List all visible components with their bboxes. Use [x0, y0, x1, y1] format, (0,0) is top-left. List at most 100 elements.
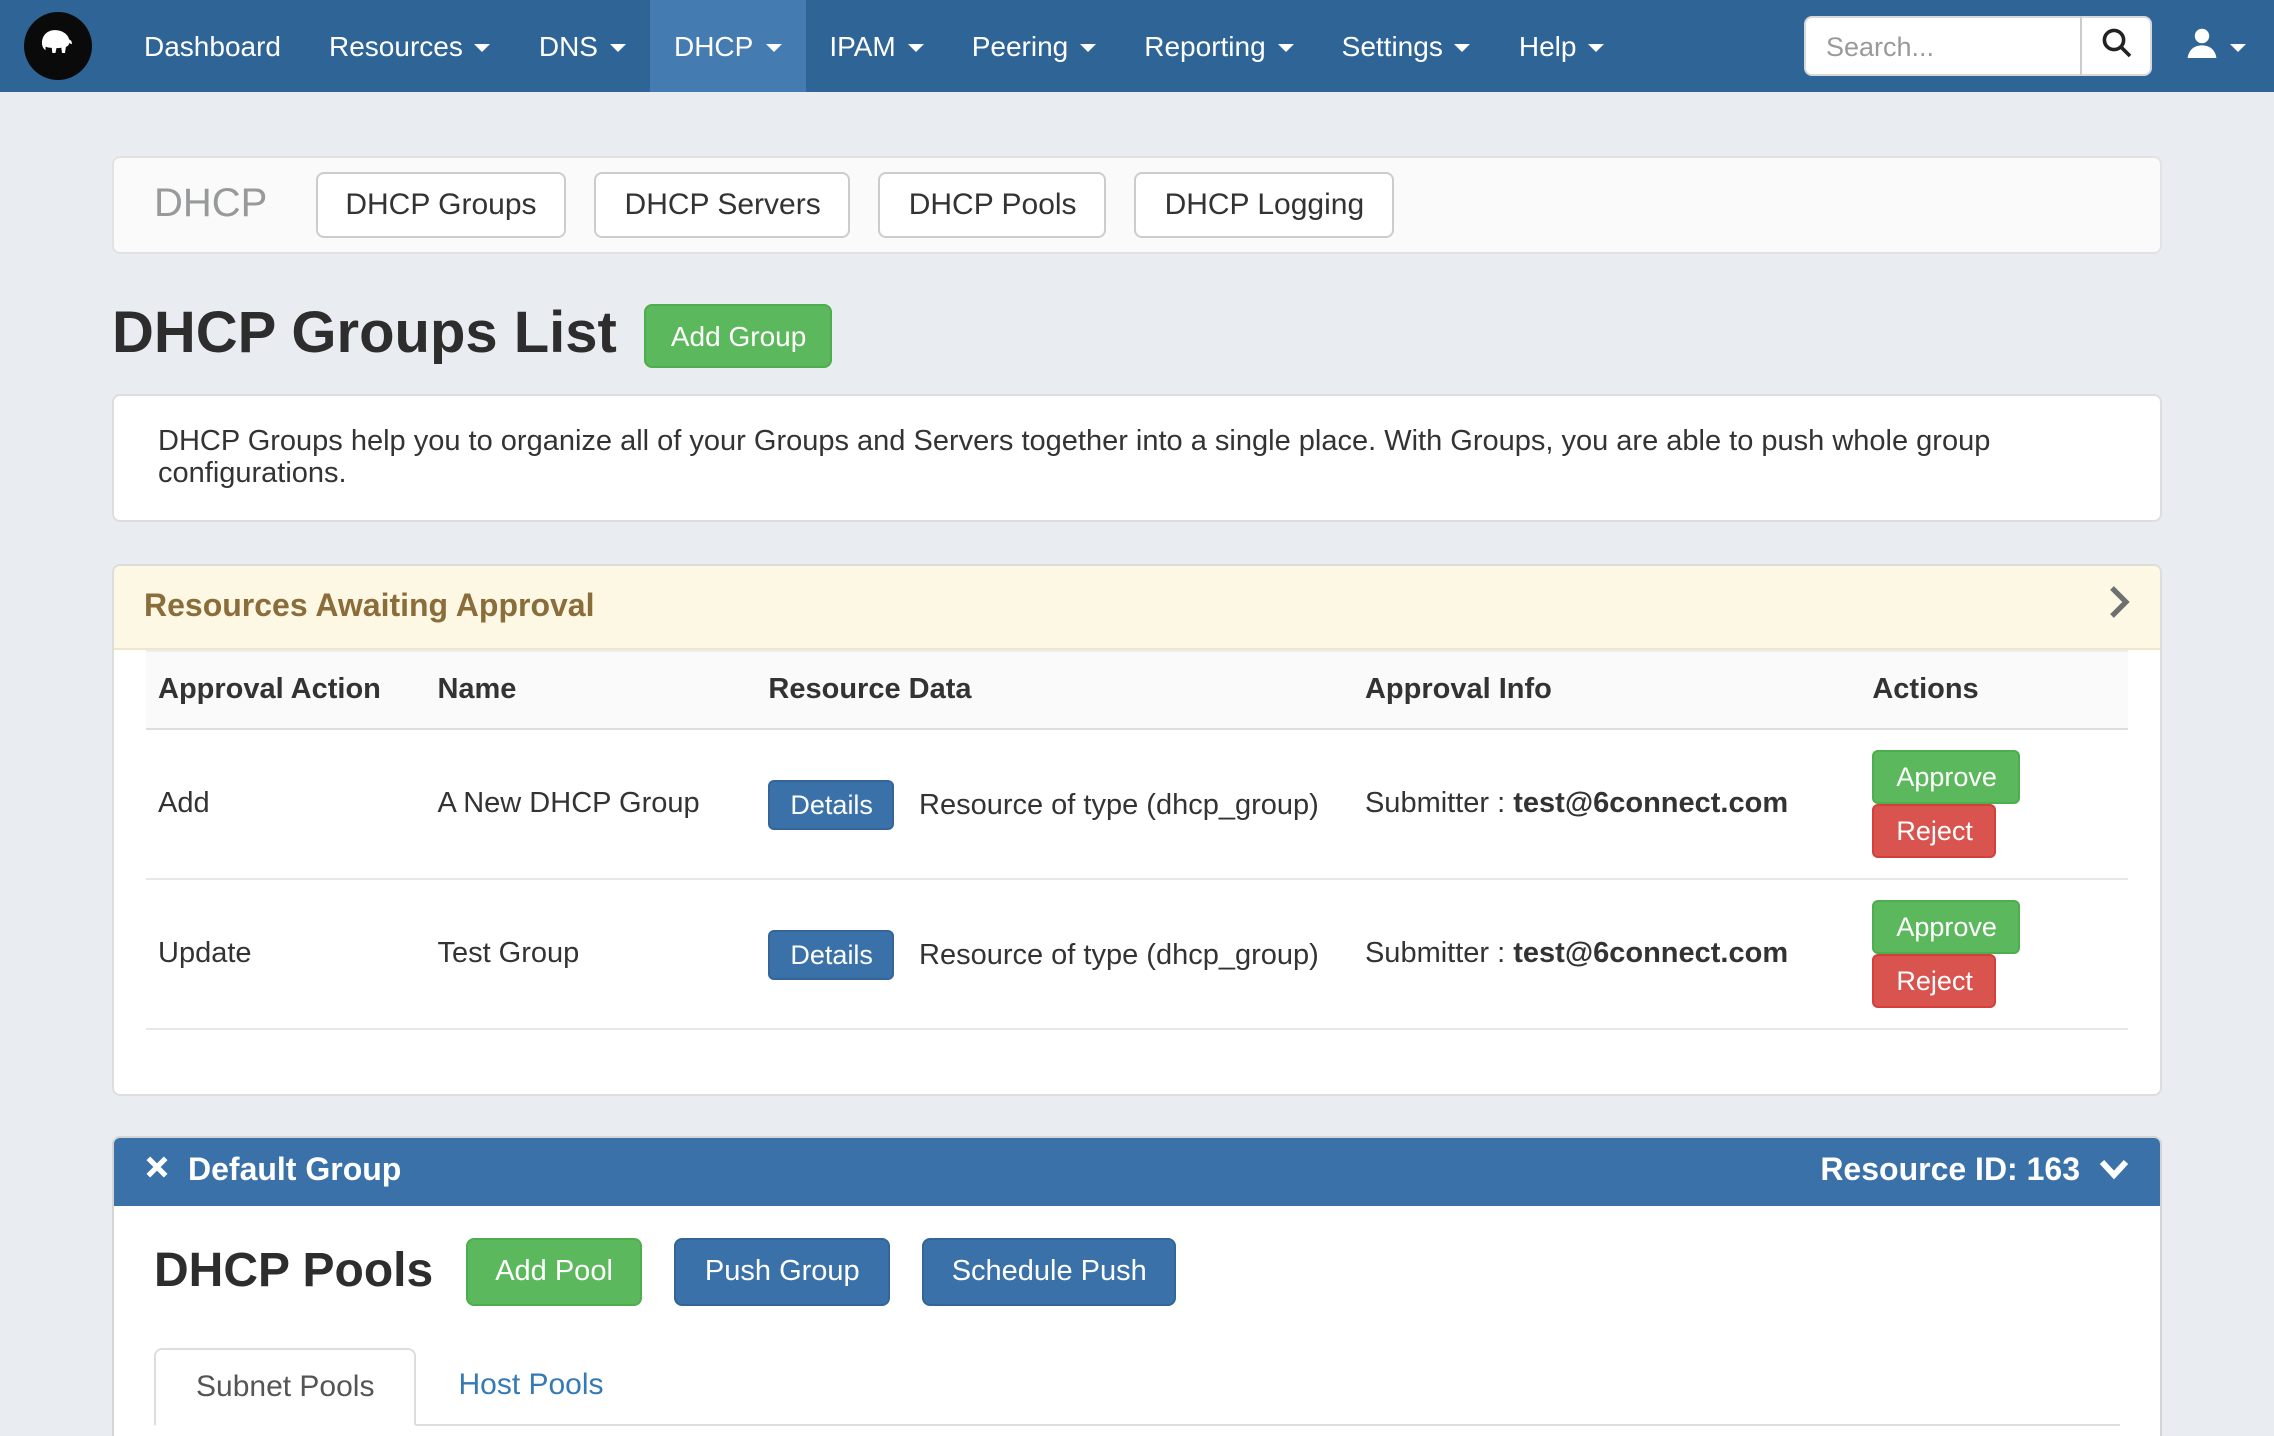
approve-button[interactable]: Approve [1872, 900, 2021, 954]
pools-tabs: Subnet Pools Host Pools [154, 1346, 2120, 1426]
nav-label: Settings [1342, 30, 1443, 62]
user-menu[interactable] [2184, 25, 2246, 67]
nav-label: Help [1519, 30, 1577, 62]
default-group-panel: Default Group Resource ID: 163 DHCP Pool… [112, 1136, 2162, 1436]
description-text: DHCP Groups help you to organize all of … [158, 426, 1990, 490]
user-icon [2184, 25, 2220, 67]
col-pool-name[interactable]: 12 Pool Name [154, 1426, 677, 1436]
approval-actions-cell: Approve Reject [1860, 879, 2128, 1029]
approval-table: Approval Action Name Resource Data Appro… [146, 650, 2128, 1030]
chevron-down-icon [610, 44, 626, 52]
chevron-down-icon [475, 44, 491, 52]
nav-label: Resources [329, 30, 463, 62]
nav-reporting[interactable]: Reporting [1120, 0, 1317, 92]
nav-dashboard[interactable]: Dashboard [120, 0, 305, 92]
dhcp-groups-button[interactable]: DHCP Groups [315, 172, 566, 238]
col-actions: Actions [1847, 1426, 2120, 1436]
nav-label: Peering [972, 30, 1069, 62]
col-range-max: Range Max [1587, 1426, 1847, 1436]
pools-heading-row: DHCP Pools Add Pool Push Group Schedule … [154, 1238, 2120, 1306]
dhcp-logging-button[interactable]: DHCP Logging [1135, 172, 1395, 238]
search-group [1804, 16, 2152, 76]
reject-button[interactable]: Reject [1872, 954, 1997, 1008]
nav-peering[interactable]: Peering [948, 0, 1121, 92]
resource-type-text: Resource of type (dhcp_group) [919, 789, 1319, 821]
approval-panel-heading[interactable]: Resources Awaiting Approval [114, 566, 2160, 650]
submitter-label: Submitter : [1365, 788, 1505, 820]
approval-panel: Resources Awaiting Approval Approval Act… [112, 564, 2162, 1096]
approval-row: Update Test Group Details Resource of ty… [146, 879, 2128, 1029]
pools-table: 12 Pool Name Last Modified Subnet Range … [154, 1426, 2120, 1436]
col-name: Name [425, 651, 756, 729]
dhcp-subnav: DHCP DHCP Groups DHCP Servers DHCP Pools… [112, 156, 2162, 254]
details-button[interactable]: Details [768, 929, 895, 979]
chevron-right-icon[interactable] [2108, 584, 2130, 630]
main-content: DHCP DHCP Groups DHCP Servers DHCP Pools… [112, 156, 2162, 1436]
top-navbar: Dashboard Resources DNS DHCP IPAM Peerin… [0, 0, 2274, 92]
pools-title: DHCP Pools [154, 1244, 433, 1300]
nav-label: DNS [539, 30, 598, 62]
navbar-right [1804, 16, 2246, 76]
add-group-button[interactable]: Add Group [645, 303, 832, 367]
approval-row: Add A New DHCP Group Details Resource of… [146, 729, 2128, 879]
col-actions: Actions [1860, 651, 2128, 729]
approval-panel-title: Resources Awaiting Approval [144, 589, 595, 625]
approval-resource-cell: Details Resource of type (dhcp_group) [756, 879, 1353, 1029]
nav-label: IPAM [829, 30, 895, 62]
nav-resources[interactable]: Resources [305, 0, 515, 92]
approval-actions-cell: Approve Reject [1860, 729, 2128, 879]
reject-button[interactable]: Reject [1872, 804, 1997, 858]
submitter-label: Submitter : [1365, 938, 1505, 970]
add-pool-button[interactable]: Add Pool [465, 1238, 643, 1306]
page-title: DHCP Groups List [112, 302, 617, 368]
nav-settings[interactable]: Settings [1318, 0, 1495, 92]
group-panel-body: DHCP Pools Add Pool Push Group Schedule … [114, 1206, 2160, 1436]
nav-label: Reporting [1144, 30, 1265, 62]
search-button[interactable] [2080, 16, 2152, 76]
page-title-row: DHCP Groups List Add Group [112, 302, 2162, 368]
tab-subnet-pools[interactable]: Subnet Pools [154, 1348, 416, 1426]
chevron-down-icon [1080, 44, 1096, 52]
group-panel-heading: Default Group Resource ID: 163 [114, 1138, 2160, 1206]
approval-name-cell: Test Group [425, 879, 756, 1029]
col-approval-action: Approval Action [146, 651, 425, 729]
dhcp-servers-button[interactable]: DHCP Servers [595, 172, 851, 238]
close-icon[interactable] [144, 1154, 170, 1190]
section-title: DHCP [154, 182, 267, 228]
details-button[interactable]: Details [768, 779, 895, 829]
approval-info-cell: Submitter : test@6connect.com [1353, 729, 1860, 879]
brand-logo[interactable] [24, 12, 92, 80]
col-last-modified[interactable]: Last Modified [677, 1426, 1070, 1436]
dhcp-pools-button[interactable]: DHCP Pools [879, 172, 1107, 238]
col-subnet: Subnet [1070, 1426, 1339, 1436]
resource-type-text: Resource of type (dhcp_group) [919, 939, 1319, 971]
approval-name-cell: A New DHCP Group [425, 729, 756, 879]
resource-id-label: Resource ID: 163 [1820, 1154, 2080, 1190]
chevron-down-icon [1278, 44, 1294, 52]
chevron-down-icon [908, 44, 924, 52]
schedule-push-button[interactable]: Schedule Push [922, 1238, 1177, 1306]
group-panel-title: Default Group [188, 1154, 401, 1190]
submitter-email: test@6connect.com [1513, 938, 1788, 970]
search-input[interactable] [1804, 16, 2080, 76]
col-range-min: Range Min [1339, 1426, 1587, 1436]
nav-label: DHCP [674, 30, 753, 62]
approval-action-cell: Update [146, 879, 425, 1029]
col-resource-data: Resource Data [756, 651, 1353, 729]
page: Dashboard Resources DNS DHCP IPAM Peerin… [0, 0, 2274, 1436]
nav-ipam[interactable]: IPAM [805, 0, 947, 92]
approval-resource-cell: Details Resource of type (dhcp_group) [756, 729, 1353, 879]
submitter-email: test@6connect.com [1513, 788, 1788, 820]
description-box: DHCP Groups help you to organize all of … [112, 394, 2162, 522]
nav-dns[interactable]: DNS [515, 0, 650, 92]
tab-host-pools[interactable]: Host Pools [416, 1346, 645, 1424]
chevron-down-icon [765, 44, 781, 52]
mammoth-icon [36, 20, 80, 72]
approve-button[interactable]: Approve [1872, 750, 2021, 804]
chevron-down-icon [2230, 44, 2246, 52]
nav-dhcp[interactable]: DHCP [650, 0, 805, 92]
col-approval-info: Approval Info [1353, 651, 1860, 729]
chevron-down-icon[interactable] [2098, 1154, 2130, 1190]
nav-help[interactable]: Help [1495, 0, 1629, 92]
push-group-button[interactable]: Push Group [675, 1238, 890, 1306]
